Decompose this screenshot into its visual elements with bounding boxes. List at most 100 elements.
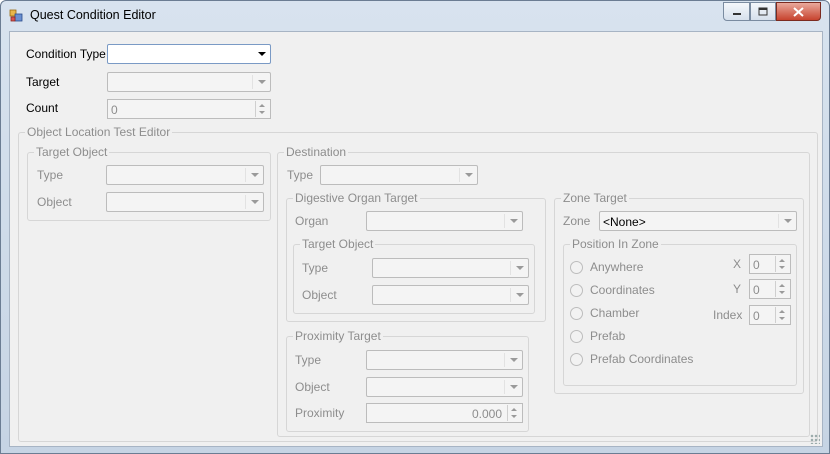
spin-buttons[interactable]: [775, 281, 789, 297]
index-value: 0: [753, 309, 760, 323]
object-label: Object: [37, 195, 72, 209]
index-stepper[interactable]: 0: [749, 305, 791, 325]
proximity-stepper[interactable]: 0.000: [366, 403, 523, 423]
combo-separator: [510, 288, 511, 302]
spin-buttons[interactable]: [255, 101, 269, 117]
count-label: Count: [26, 101, 59, 115]
zone-label: Zone: [563, 214, 591, 228]
type-label: Type: [295, 353, 322, 367]
digestive-target-type-combo[interactable]: [372, 258, 529, 278]
option-label: Chamber: [590, 306, 640, 320]
digestive-target-object-combo[interactable]: [372, 285, 529, 305]
x-value: 0: [753, 258, 760, 272]
x-label: X: [733, 257, 742, 271]
spin-down-icon: [511, 415, 517, 418]
target-object-group: Target Object Type Object: [27, 145, 271, 221]
digestive-target-object-group: Target Object Type Object: [293, 237, 535, 314]
chevron-down-icon: [510, 358, 518, 362]
target-object-type-combo[interactable]: [106, 165, 264, 185]
spin-up-icon: [511, 408, 517, 411]
resize-grip[interactable]: [810, 434, 820, 444]
chevron-down-icon: [510, 385, 518, 389]
spin-down-icon: [779, 317, 785, 320]
radio-prefab[interactable]: [570, 330, 583, 343]
index-label: Index: [713, 308, 743, 322]
close-button[interactable]: [776, 2, 821, 21]
spin-up-icon: [779, 284, 785, 287]
group-title: Destination: [284, 145, 349, 159]
target-combo[interactable]: [107, 72, 271, 92]
target-object-object-combo[interactable]: [106, 192, 264, 212]
digestive-organ-target-group: Digestive Organ Target Organ Target Obje…: [286, 191, 546, 322]
combo-separator: [504, 214, 505, 228]
spin-buttons[interactable]: [775, 256, 789, 272]
proximity-object-combo[interactable]: [366, 377, 523, 397]
spin-down-icon: [779, 291, 785, 294]
spin-up-icon: [779, 310, 785, 313]
type-label: Type: [302, 261, 329, 275]
chevron-down-icon: [251, 200, 259, 204]
proximity-value: 0.000: [471, 407, 502, 421]
group-title: Zone Target: [561, 191, 629, 205]
organ-combo[interactable]: [366, 211, 523, 231]
client-area: Condition Type Target Count 0 Object Loc…: [9, 31, 823, 447]
chevron-down-icon: [258, 52, 266, 56]
proximity-label: Proximity: [295, 406, 345, 420]
combo-separator: [245, 168, 246, 182]
chevron-down-icon: [516, 266, 524, 270]
y-value: 0: [753, 283, 760, 297]
object-location-test-editor-group: Object Location Test Editor Target Objec…: [18, 125, 818, 442]
chevron-down-icon: [258, 80, 266, 84]
option-label: Anywhere: [590, 260, 644, 274]
minimize-button[interactable]: [723, 2, 750, 21]
chevron-down-icon: [784, 219, 792, 223]
radio-coordinates[interactable]: [570, 284, 583, 297]
combo-separator: [510, 261, 511, 275]
title-bar[interactable]: Quest Condition Editor: [1, 1, 829, 31]
chevron-down-icon: [465, 173, 473, 177]
spin-buttons[interactable]: [507, 405, 521, 421]
option-label: Prefab: [590, 329, 626, 343]
type-label: Type: [287, 168, 314, 182]
radio-chamber[interactable]: [570, 307, 583, 320]
maximize-button[interactable]: [750, 2, 776, 21]
condition-type-label: Condition Type: [26, 47, 106, 61]
combo-separator: [245, 195, 246, 209]
spin-down-icon: [259, 111, 265, 114]
chevron-down-icon: [516, 293, 524, 297]
window: Quest Condition Editor Condition Type Ta…: [0, 0, 830, 454]
close-icon: [793, 6, 804, 17]
proximity-target-group: Proximity Target Type Object Proximity 0…: [286, 329, 529, 432]
group-title: Position In Zone: [570, 237, 661, 251]
spin-up-icon: [779, 259, 785, 262]
object-label: Object: [302, 288, 337, 302]
zone-combo[interactable]: <None>: [599, 211, 797, 231]
app-icon: [9, 9, 23, 22]
combo-separator: [778, 214, 779, 228]
position-in-zone-group: Position In Zone Anywhere Coordinates Ch…: [563, 237, 797, 386]
condition-type-combo[interactable]: [107, 44, 271, 64]
maximize-icon: [758, 7, 768, 16]
count-stepper[interactable]: 0: [107, 99, 271, 119]
x-stepper[interactable]: 0: [749, 254, 791, 274]
y-stepper[interactable]: 0: [749, 279, 791, 299]
spin-up-icon: [259, 104, 265, 107]
spin-buttons[interactable]: [775, 307, 789, 323]
group-title: Target Object: [34, 145, 110, 159]
chevron-down-icon: [510, 219, 518, 223]
destination-type-combo[interactable]: [320, 165, 478, 185]
group-title: Proximity Target: [293, 329, 383, 343]
radio-prefab-coordinates[interactable]: [570, 353, 583, 366]
option-label: Coordinates: [590, 283, 655, 297]
proximity-type-combo[interactable]: [366, 350, 523, 370]
spin-down-icon: [779, 266, 785, 269]
group-title: Object Location Test Editor: [25, 125, 173, 139]
group-title: Target Object: [300, 237, 376, 251]
combo-separator: [504, 380, 505, 394]
chevron-down-icon: [251, 173, 259, 177]
window-title: Quest Condition Editor: [30, 8, 156, 22]
count-value: 0: [111, 103, 118, 117]
option-label: Prefab Coordinates: [590, 352, 694, 366]
radio-anywhere[interactable]: [570, 261, 583, 274]
combo-separator: [504, 353, 505, 367]
